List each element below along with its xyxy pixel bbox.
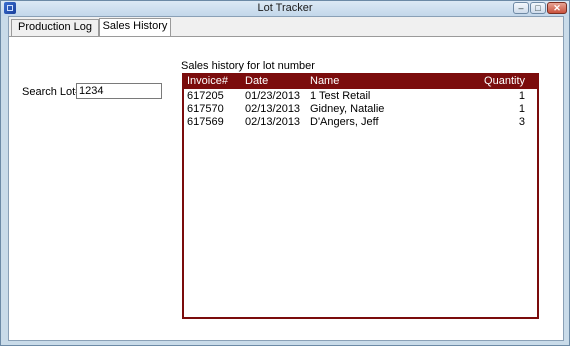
table-row[interactable]: 617570 02/13/2013 Gidney, Natalie 1	[184, 103, 537, 116]
cell-name: Gidney, Natalie	[310, 103, 385, 115]
maximize-button[interactable]: □	[530, 2, 546, 14]
window-title: Lot Tracker	[257, 2, 313, 14]
tab-strip: Production Log Sales History	[9, 17, 563, 37]
cell-invoice: 617570	[187, 103, 224, 115]
cell-quantity: 3	[518, 116, 525, 128]
sales-history-panel: Search Lot# Sales history for lot number…	[9, 36, 563, 340]
column-header-name[interactable]: Name	[310, 75, 339, 88]
column-header-quantity[interactable]: Quantity	[484, 75, 525, 88]
column-header-date[interactable]: Date	[245, 75, 268, 88]
cell-date: 01/23/2013	[245, 90, 301, 102]
grid-header: Invoice# Date Name Quantity	[184, 75, 537, 89]
cell-quantity: 1	[518, 90, 525, 102]
table-row[interactable]: 617569 02/13/2013 D'Angers, Jeff 3	[184, 116, 537, 129]
search-lot-label: Search Lot#	[22, 86, 82, 98]
client-area: Production Log Sales History Search Lot#…	[8, 16, 564, 341]
sales-history-caption: Sales history for lot number	[181, 60, 315, 72]
tab-production-log[interactable]: Production Log	[11, 19, 99, 36]
close-button[interactable]: ✕	[547, 2, 567, 14]
cell-invoice: 617205	[187, 90, 224, 102]
tab-sales-history[interactable]: Sales History	[99, 18, 171, 37]
cell-date: 02/13/2013	[245, 103, 301, 115]
cell-invoice: 617569	[187, 116, 224, 128]
table-row[interactable]: 617205 01/23/2013 1 Test Retail 1	[184, 90, 537, 103]
cell-quantity: 1	[518, 103, 525, 115]
cell-name: 1 Test Retail	[310, 90, 371, 102]
minimize-button[interactable]: –	[513, 2, 529, 14]
title-bar[interactable]: Lot Tracker – □ ✕	[1, 1, 569, 16]
app-window: Lot Tracker – □ ✕ Production Log Sales H…	[0, 0, 570, 346]
search-lot-input[interactable]	[76, 83, 162, 99]
column-header-invoice[interactable]: Invoice#	[187, 75, 228, 88]
cell-name: D'Angers, Jeff	[310, 116, 379, 128]
sales-history-grid[interactable]: Invoice# Date Name Quantity 617205 01/23…	[182, 73, 539, 319]
cell-date: 02/13/2013	[245, 116, 301, 128]
